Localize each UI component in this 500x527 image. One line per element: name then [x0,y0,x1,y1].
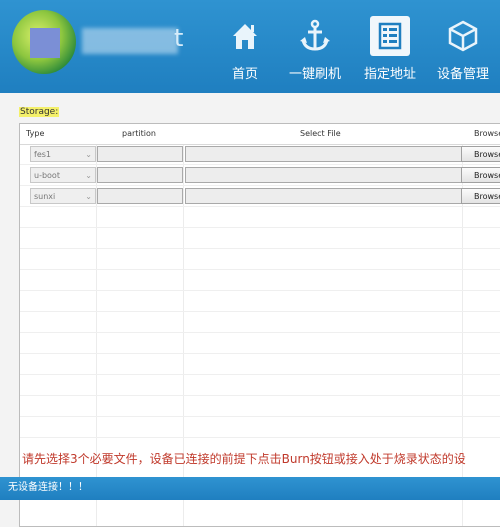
column-browse-header: Browse [474,129,500,138]
logo-text: t [174,24,184,52]
column-type-header: Type [26,129,45,138]
column-select-file-header: Select File [300,129,341,138]
header-bar: t 首页 一键刷机 指定地址 设备管理 [0,0,500,93]
nav-specify-address-label: 指定地址 [363,67,416,82]
type-select-u-boot[interactable]: u-boot ⌄ [30,167,96,183]
column-partition-header: partition [122,129,156,138]
nav-one-click-flash-label: 一键刷机 [288,67,341,82]
select-file-input[interactable] [185,167,463,183]
type-select-sunxi[interactable]: sunxi ⌄ [30,188,96,204]
browse-button[interactable]: Browse [461,146,500,162]
instruction-message: 请先选择3个必要文件，设备已连接的前提下点击Burn按钮或接入处于烧录状态的设 [22,452,466,466]
storage-label: Storage: [19,107,60,117]
status-bar: 无设备连接！！！ [0,477,500,500]
partition-input[interactable] [97,167,183,183]
main-content: Storage: Type partition Select File Brow… [0,93,500,527]
partition-input[interactable] [97,146,183,162]
chevron-down-icon: ⌄ [85,192,92,201]
partition-input[interactable] [97,188,183,204]
nav-home[interactable]: 首页 [210,0,280,93]
logo-mark [30,28,60,58]
browse-button[interactable]: Browse [461,188,500,204]
home-icon [233,24,257,49]
type-select-fes1[interactable]: fes1 ⌄ [30,146,96,162]
anchor-icon [300,19,330,51]
nav-specify-address[interactable]: 指定地址 [355,0,425,93]
nav-device-management[interactable]: 设备管理 [428,0,498,93]
chevron-down-icon: ⌄ [85,171,92,180]
chevron-down-icon: ⌄ [85,150,92,159]
cube-icon [448,20,478,52]
table-header: Type partition Select File Browse [20,124,500,145]
logo-text-blurred [82,28,178,54]
nav-one-click-flash[interactable]: 一键刷机 [280,0,350,93]
browse-button[interactable]: Browse [461,167,500,183]
app-logo: t [12,8,184,78]
nav-home-label: 首页 [231,67,258,82]
select-file-input[interactable] [185,146,463,162]
select-file-input[interactable] [185,188,463,204]
status-text: 无设备连接！！！ [8,482,88,493]
type-value: u-boot [34,171,60,180]
type-value: fes1 [34,150,51,159]
list-icon [370,16,410,56]
type-value: sunxi [34,192,56,201]
nav-device-management-label: 设备管理 [436,67,489,82]
